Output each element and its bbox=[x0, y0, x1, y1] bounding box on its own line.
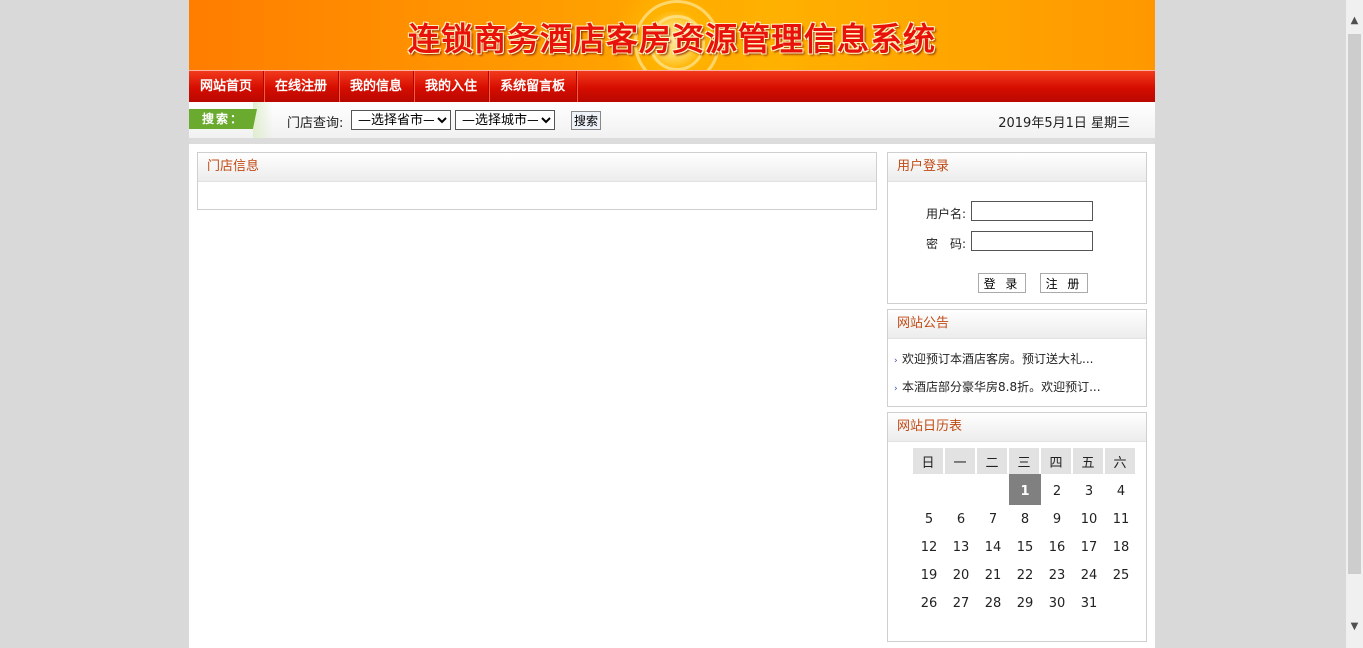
search-bar: 搜索： 门店查询: —选择省市— —选择城市— 搜索 2019年5月1日 星期三 bbox=[189, 102, 1155, 138]
calendar-weekday: 六 bbox=[1105, 448, 1137, 474]
calendar-weekday: 一 bbox=[945, 448, 977, 474]
calendar-day[interactable]: 13 bbox=[945, 533, 977, 561]
scroll-thumb[interactable] bbox=[1348, 34, 1361, 574]
nav-item-home[interactable]: 网站首页 bbox=[189, 71, 265, 102]
calendar-weekday: 四 bbox=[1041, 448, 1073, 474]
notice-title: 网站公告 bbox=[888, 310, 1146, 339]
page-container: 连锁商务酒店客房资源管理信息系统 网站首页 在线注册 我的信息 我的入住 系统留… bbox=[189, 0, 1155, 648]
bullet-icon: › bbox=[894, 356, 898, 366]
username-input[interactable] bbox=[971, 201, 1093, 221]
calendar-day bbox=[945, 474, 977, 505]
calendar-day[interactable]: 25 bbox=[1105, 561, 1137, 589]
calendar-day[interactable]: 18 bbox=[1105, 533, 1137, 561]
login-button[interactable]: 登 录 bbox=[978, 273, 1026, 293]
calendar-day bbox=[977, 474, 1009, 505]
calendar-day-today[interactable]: 1 bbox=[1009, 474, 1041, 505]
scroll-down-arrow-icon[interactable]: ▼ bbox=[1346, 618, 1363, 635]
calendar-day[interactable]: 20 bbox=[945, 561, 977, 589]
page-scrollbar[interactable]: ▲ ▼ bbox=[1346, 0, 1363, 648]
current-date: 2019年5月1日 星期三 bbox=[998, 116, 1130, 131]
calendar-day[interactable]: 2 bbox=[1041, 474, 1073, 505]
calendar-weekday: 三 bbox=[1009, 448, 1041, 474]
bullet-icon: › bbox=[894, 384, 898, 394]
search-tag-label: 搜索： bbox=[189, 109, 257, 129]
nav-item-my-info[interactable]: 我的信息 bbox=[339, 71, 415, 102]
calendar-day[interactable]: 31 bbox=[1073, 589, 1105, 617]
calendar-day[interactable]: 24 bbox=[1073, 561, 1105, 589]
calendar-day[interactable]: 8 bbox=[1009, 505, 1041, 533]
calendar-day[interactable]: 22 bbox=[1009, 561, 1041, 589]
calendar-day[interactable]: 27 bbox=[945, 589, 977, 617]
main-nav: 网站首页 在线注册 我的信息 我的入住 系统留言板 bbox=[189, 70, 1155, 102]
site-title: 连锁商务酒店客房资源管理信息系统 bbox=[407, 20, 936, 58]
notice-panel: 网站公告 › 欢迎预订本酒店客房。预订送大礼... › 本酒店部分豪华房8.8折。欢… bbox=[887, 309, 1147, 407]
province-select[interactable]: —选择省市— bbox=[351, 110, 451, 130]
calendar-weekday: 日 bbox=[913, 448, 945, 474]
password-input[interactable] bbox=[971, 231, 1093, 251]
username-label: 用户名: bbox=[926, 207, 967, 221]
scroll-up-arrow-icon[interactable]: ▲ bbox=[1346, 12, 1363, 29]
calendar-weekday: 二 bbox=[977, 448, 1009, 474]
calendar-day[interactable]: 14 bbox=[977, 533, 1009, 561]
site-banner: 连锁商务酒店客房资源管理信息系统 bbox=[189, 0, 1155, 70]
calendar-day[interactable]: 21 bbox=[977, 561, 1009, 589]
calendar-day[interactable]: 3 bbox=[1073, 474, 1105, 505]
calendar-day[interactable]: 5 bbox=[913, 505, 945, 533]
calendar-day bbox=[913, 474, 945, 505]
calendar-day[interactable]: 10 bbox=[1073, 505, 1105, 533]
divider bbox=[189, 138, 1155, 144]
calendar-day[interactable]: 19 bbox=[913, 561, 945, 589]
calendar-day[interactable]: 17 bbox=[1073, 533, 1105, 561]
password-label: 密 码: bbox=[926, 237, 967, 251]
calendar-day[interactable]: 6 bbox=[945, 505, 977, 533]
city-select[interactable]: —选择城市— bbox=[455, 110, 555, 130]
notice-item[interactable]: › 欢迎预订本酒店客房。预订送大礼... bbox=[894, 350, 1101, 378]
notice-list: › 欢迎预订本酒店客房。预订送大礼... › 本酒店部分豪华房8.8折。欢迎预订..… bbox=[894, 350, 1101, 406]
login-panel: 用户登录 用户名: 密 码: 登 录 注 册 bbox=[887, 152, 1147, 304]
calendar-day bbox=[1105, 589, 1137, 617]
search-button[interactable]: 搜索 bbox=[571, 111, 602, 130]
calendar-day[interactable]: 9 bbox=[1041, 505, 1073, 533]
calendar-day[interactable]: 29 bbox=[1009, 589, 1041, 617]
calendar-day[interactable]: 30 bbox=[1041, 589, 1073, 617]
login-title: 用户登录 bbox=[888, 153, 1146, 182]
calendar-table: 日一二三四五六 1 2 3 4 5 6 7 8 9 10 11 12 13 14 15 16 17 18 19 20 2… bbox=[913, 448, 1137, 617]
notice-item[interactable]: › 本酒店部分豪华房8.8折。欢迎预订... bbox=[894, 378, 1101, 406]
nav-item-message-board[interactable]: 系统留言板 bbox=[489, 71, 578, 102]
store-query-label: 门店查询: bbox=[287, 116, 344, 131]
calendar-day[interactable]: 16 bbox=[1041, 533, 1073, 561]
calendar-day[interactable]: 7 bbox=[977, 505, 1009, 533]
calendar-day[interactable]: 26 bbox=[913, 589, 945, 617]
calendar-panel: 网站日历表 日一二三四五六 1 2 3 4 5 6 7 8 9 10 11 12 13 14 15 16 17 1… bbox=[887, 412, 1147, 642]
store-info-panel: 门店信息 bbox=[197, 152, 877, 210]
calendar-day[interactable]: 23 bbox=[1041, 561, 1073, 589]
nav-item-my-checkin[interactable]: 我的入住 bbox=[414, 71, 490, 102]
register-button[interactable]: 注 册 bbox=[1040, 273, 1088, 293]
calendar-day[interactable]: 4 bbox=[1105, 474, 1137, 505]
calendar-day[interactable]: 12 bbox=[913, 533, 945, 561]
calendar-title: 网站日历表 bbox=[888, 413, 1146, 442]
calendar-day[interactable]: 11 bbox=[1105, 505, 1137, 533]
calendar-day[interactable]: 28 bbox=[977, 589, 1009, 617]
store-info-title: 门店信息 bbox=[198, 153, 876, 182]
calendar-day[interactable]: 15 bbox=[1009, 533, 1041, 561]
calendar-weekday: 五 bbox=[1073, 448, 1105, 474]
nav-item-register[interactable]: 在线注册 bbox=[264, 71, 340, 102]
